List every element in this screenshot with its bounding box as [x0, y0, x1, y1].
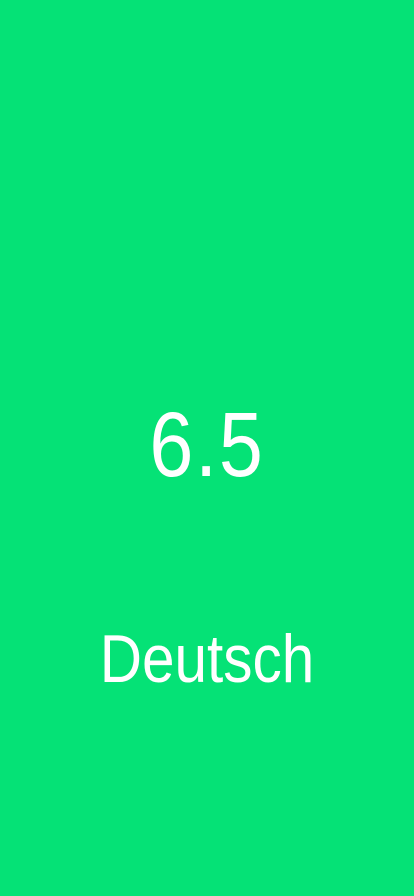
- grade-screen: 6.5 Deutsch: [0, 0, 414, 896]
- grade-value: 6.5: [149, 394, 265, 496]
- subject-label: Deutsch: [99, 621, 315, 697]
